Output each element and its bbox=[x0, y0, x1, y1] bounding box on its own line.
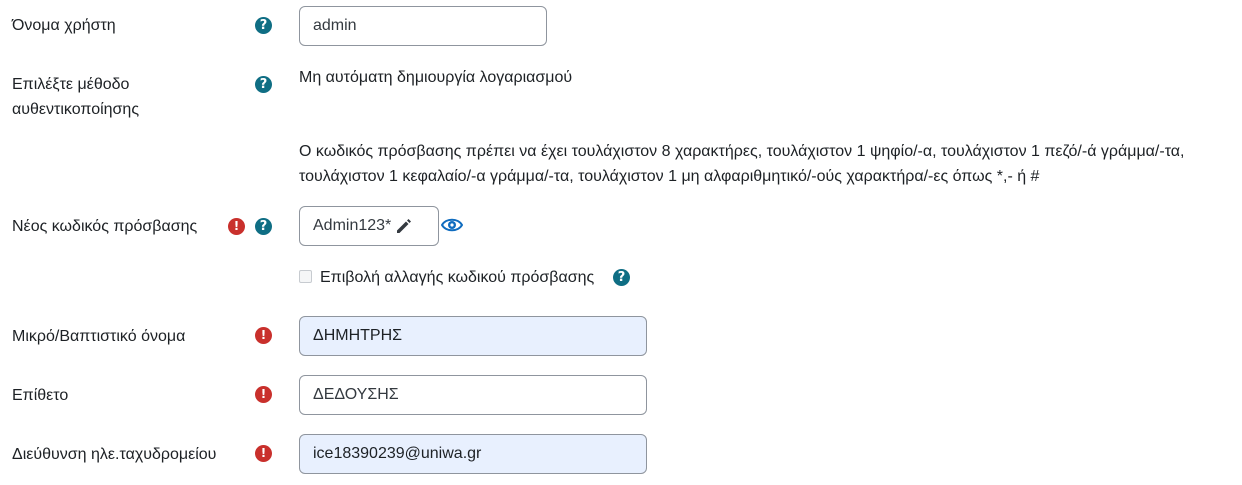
username-label: Όνομα χρήστη bbox=[12, 17, 116, 34]
help-icon[interactable]: ? bbox=[255, 17, 272, 34]
force-change-label[interactable]: Επιβολή αλλαγής κωδικού πρόσβασης bbox=[320, 265, 594, 290]
username-input[interactable]: admin bbox=[299, 6, 547, 46]
auth-method-value: Μη αυτόματη δημιουργία λογαριασμού bbox=[299, 69, 573, 86]
required-icon: ! bbox=[228, 218, 245, 235]
help-icon[interactable]: ? bbox=[255, 218, 272, 235]
password-rules-text: Ο κωδικός πρόσβασης πρέπει να έχει τουλά… bbox=[299, 143, 1185, 185]
new-password-label: Νέος κωδικός πρόσβασης bbox=[12, 218, 198, 235]
firstname-input[interactable]: ΔΗΜΗΤΡΗΣ bbox=[299, 316, 647, 356]
required-icon: ! bbox=[255, 445, 272, 462]
email-value: ice18390239@uniwa.gr bbox=[313, 445, 482, 462]
eye-icon[interactable] bbox=[440, 214, 464, 241]
pencil-icon[interactable] bbox=[395, 217, 413, 235]
lastname-label: Επίθετο bbox=[12, 387, 69, 404]
username-value: admin bbox=[313, 17, 357, 34]
lastname-value: ΔΕΔΟΥΣΗΣ bbox=[313, 386, 399, 403]
new-password-field[interactable]: Admin123* bbox=[299, 206, 439, 246]
help-icon[interactable]: ? bbox=[255, 76, 272, 93]
firstname-value: ΔΗΜΗΤΡΗΣ bbox=[313, 327, 403, 344]
email-input[interactable]: ice18390239@uniwa.gr bbox=[299, 434, 647, 474]
force-change-checkbox[interactable] bbox=[299, 270, 312, 283]
required-icon: ! bbox=[255, 327, 272, 344]
required-icon: ! bbox=[255, 386, 272, 403]
help-icon[interactable]: ? bbox=[613, 269, 630, 286]
lastname-input[interactable]: ΔΕΔΟΥΣΗΣ bbox=[299, 375, 647, 415]
new-password-value: Admin123* bbox=[313, 217, 392, 234]
email-label: Διεύθυνση ηλε.ταχυδρομείου bbox=[12, 446, 217, 463]
auth-method-label: Επιλέξτε μέθοδο αυθεντικοποίησης bbox=[12, 76, 140, 118]
firstname-label: Μικρό/Βαπτιστικό όνομα bbox=[12, 328, 186, 345]
